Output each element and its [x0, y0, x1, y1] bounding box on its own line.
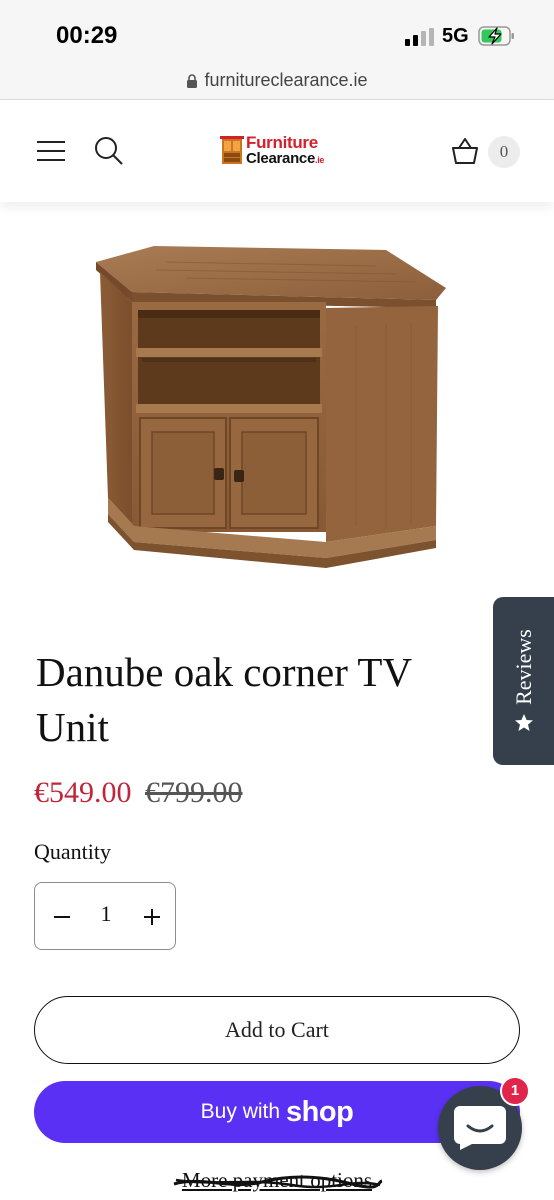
logo-text-suffix: .ie	[315, 155, 325, 165]
hamburger-menu-icon[interactable]	[36, 140, 66, 162]
strikeout-scribble	[173, 1175, 383, 1189]
battery-charging-icon	[478, 26, 514, 46]
shop-logo-text: shop	[286, 1096, 354, 1128]
address-bar[interactable]: furnitureclearance.ie	[0, 62, 554, 100]
regular-price: €799.00	[145, 776, 243, 809]
quantity-stepper: 1	[34, 882, 176, 950]
chat-unread-badge: 1	[500, 1076, 530, 1106]
site-logo[interactable]: Furniture Clearance.ie	[220, 133, 340, 169]
logo-text-clearance: Clearance.ie	[246, 150, 325, 167]
status-time: 00:29	[56, 22, 118, 49]
site-header: Furniture Clearance.ie 0	[0, 100, 554, 202]
price-row: €549.00 €799.00	[34, 776, 243, 810]
minus-icon[interactable]	[51, 899, 73, 935]
quantity-label: Quantity	[34, 839, 111, 864]
status-bar: 00:29 5G	[0, 0, 554, 62]
cart-count-badge[interactable]: 0	[488, 136, 520, 168]
product-title: Danube oak corner TV Unit	[36, 649, 412, 750]
reviews-tab[interactable]: Reviews	[493, 597, 554, 765]
lock-icon	[187, 74, 198, 88]
quantity-input[interactable]: 1	[83, 901, 129, 927]
product-image[interactable]	[86, 236, 458, 582]
signal-icon	[405, 28, 435, 46]
reviews-label: Reviews	[510, 629, 536, 705]
buy-with-label: Buy with	[200, 1100, 281, 1123]
url-text: furnitureclearance.ie	[204, 70, 368, 90]
network-type: 5G	[442, 25, 469, 47]
plus-icon[interactable]	[141, 899, 163, 935]
wardrobe-logo-icon	[220, 136, 244, 164]
star-icon	[514, 713, 533, 731]
sale-price: €549.00	[34, 776, 132, 809]
basket-icon[interactable]	[450, 136, 480, 166]
add-to-cart-button[interactable]: Add to Cart	[34, 996, 520, 1064]
search-icon[interactable]	[94, 136, 124, 166]
chat-icon	[454, 1106, 506, 1150]
